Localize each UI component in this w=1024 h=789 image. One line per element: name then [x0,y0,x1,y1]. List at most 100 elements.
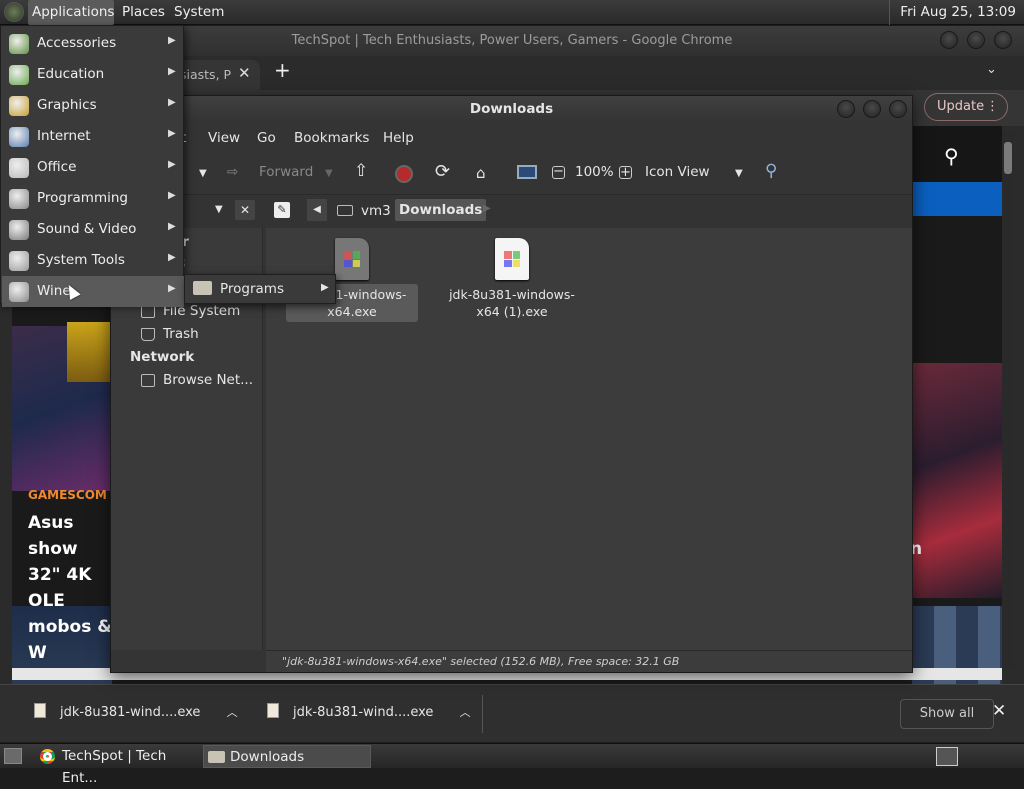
folder-icon [193,281,212,295]
menu-view[interactable]: View [208,130,240,146]
download-filename: jdk-8u381-wind....exe [60,705,201,720]
system-menu[interactable]: System [170,0,228,25]
submenu-arrow-icon: ▶ [168,190,176,201]
path-back-arrow-icon[interactable]: ◀ [307,199,327,221]
internet-icon [9,127,29,147]
view-mode-chevron-icon[interactable]: ▼ [735,168,743,179]
reload-icon[interactable]: ⟳ [435,161,450,182]
menu-item-accessories[interactable]: Accessories ▶ [2,28,184,59]
location-dropdown-icon[interactable]: ▼ [215,204,223,215]
task-label: Downloads [230,749,305,765]
show-desktop-icon[interactable] [4,748,22,764]
stop-icon[interactable] [395,165,413,183]
accessories-icon [9,34,29,54]
view-mode-select[interactable]: Icon View [645,164,710,180]
tab-close-icon[interactable]: ✕ [238,64,251,82]
menu-item-internet[interactable]: Internet ▶ [2,121,184,152]
programming-icon [9,189,29,209]
path-forward-arrow-icon[interactable]: ▶ [483,203,491,214]
distro-logo-icon[interactable] [4,2,24,22]
tab-title: siasts, P [180,67,232,82]
menu-item-sound-video[interactable]: Sound & Video ▶ [2,214,184,245]
path-segment-current[interactable]: Downloads [395,199,487,221]
update-button[interactable]: Update ⋮ [924,93,1008,121]
zoom-level[interactable]: 100% [575,164,614,180]
menu-help[interactable]: Help [383,130,414,146]
clear-location-icon[interactable]: ✕ [235,200,255,220]
menu-item-label: Internet [37,128,91,144]
article-headline[interactable]: Asus show 32" 4K OLE mobos & W [28,510,118,666]
home-icon[interactable]: ⌂ [476,164,486,182]
article-image-right[interactable] [912,363,1002,598]
menu-bookmarks[interactable]: Bookmarks [294,130,369,146]
file-icon [34,703,46,718]
wine-submenu: Programs ▶ [184,274,336,304]
menu-item-education[interactable]: Education ▶ [2,59,184,90]
file-manager-window: Downloads t View Go Bookmarks Help ▼ ⇨ F… [110,95,913,673]
clock[interactable]: Fri Aug 25, 13:09 [889,0,1024,25]
submenu-label: Programs [220,281,284,297]
new-tab-icon[interactable]: + [274,58,291,82]
forward-dropdown-icon[interactable]: ▼ [325,168,333,179]
sidebar-item-browse-network[interactable]: Browse Net... [111,372,261,392]
taskbar-item-chrome[interactable]: TechSpot | Tech Ent... [36,745,200,786]
maximize-button[interactable] [967,31,985,49]
minimize-button[interactable] [940,31,958,49]
submenu-arrow-icon: ▶ [168,35,176,46]
chevron-up-icon[interactable]: ︿ [460,706,471,719]
menu-item-label: Programming [37,190,128,206]
submenu-arrow-icon: ▶ [168,283,176,294]
menu-item-programming[interactable]: Programming ▶ [2,183,184,214]
forward-button[interactable]: Forward [259,164,313,180]
forward-arrow-icon[interactable]: ⇨ [227,164,238,180]
scrollbar-thumb[interactable] [1004,142,1012,174]
menu-item-label: Graphics [37,97,97,113]
minimize-button[interactable] [837,100,855,118]
sidebar-header-network: Network [130,349,195,365]
edit-location-icon[interactable]: ✎ [274,202,290,218]
zoom-out-icon[interactable]: − [552,165,565,179]
menu-item-wine[interactable]: Wine ▶ [2,276,184,307]
folder-icon [208,751,225,763]
search-icon[interactable]: ⚲ [944,144,959,168]
download-item[interactable]: jdk-8u381-wind....exe ︿ [267,685,471,743]
submenu-item-programs[interactable]: Programs ▶ [187,276,333,302]
download-item[interactable]: jdk-8u381-wind....exe ︿ [34,685,238,743]
search-icon[interactable]: ⚲ [765,161,777,181]
sidebar-item-trash[interactable]: Trash [111,326,261,346]
top-panel: Applications Places System Fri Aug 25, 1… [0,0,1024,25]
submenu-arrow-icon: ▶ [168,252,176,263]
menu-item-system-tools[interactable]: System Tools ▶ [2,245,184,276]
menubar: t View Go Bookmarks Help [111,124,912,153]
chrome-icon [40,749,55,764]
show-all-button[interactable]: Show all [900,699,994,729]
zoom-in-icon[interactable]: + [619,166,632,179]
workspace-switcher[interactable] [936,747,958,766]
menu-item-office[interactable]: Office ▶ [2,152,184,183]
places-menu[interactable]: Places [118,0,169,25]
file-item[interactable]: jdk-8u381-windows- x64 (1).exe [446,238,578,322]
path-segment[interactable]: vm3 [361,203,391,219]
applications-menu[interactable]: Applications [28,0,114,25]
network-icon [141,374,155,387]
maximize-button[interactable] [863,100,881,118]
page-scrollbar[interactable] [1002,132,1014,668]
taskbar-item-downloads[interactable]: Downloads [203,745,371,768]
back-dropdown-icon[interactable]: ▼ [199,168,207,179]
menu-item-label: Education [37,66,105,82]
chevron-up-icon[interactable]: ︿ [227,706,238,719]
tab-search-chevron-icon[interactable]: ⌄ [986,62,997,77]
sound-video-icon [9,220,29,240]
submenu-arrow-icon: ▶ [168,66,176,77]
update-label: Update [937,99,985,114]
menu-go[interactable]: Go [257,130,276,146]
menu-item-graphics[interactable]: Graphics ▶ [2,90,184,121]
close-button[interactable] [994,31,1012,49]
close-button[interactable] [889,100,907,118]
close-shelf-icon[interactable]: ✕ [992,701,1006,721]
up-arrow-icon[interactable]: ⇧ [354,161,368,181]
applications-dropdown: Accessories ▶ Education ▶ Graphics ▶ Internet ▶… [0,25,184,307]
computer-icon[interactable] [517,165,537,179]
file-manager-titlebar[interactable]: Downloads [111,96,912,124]
article-category[interactable]: GAMESCOM [28,488,107,502]
